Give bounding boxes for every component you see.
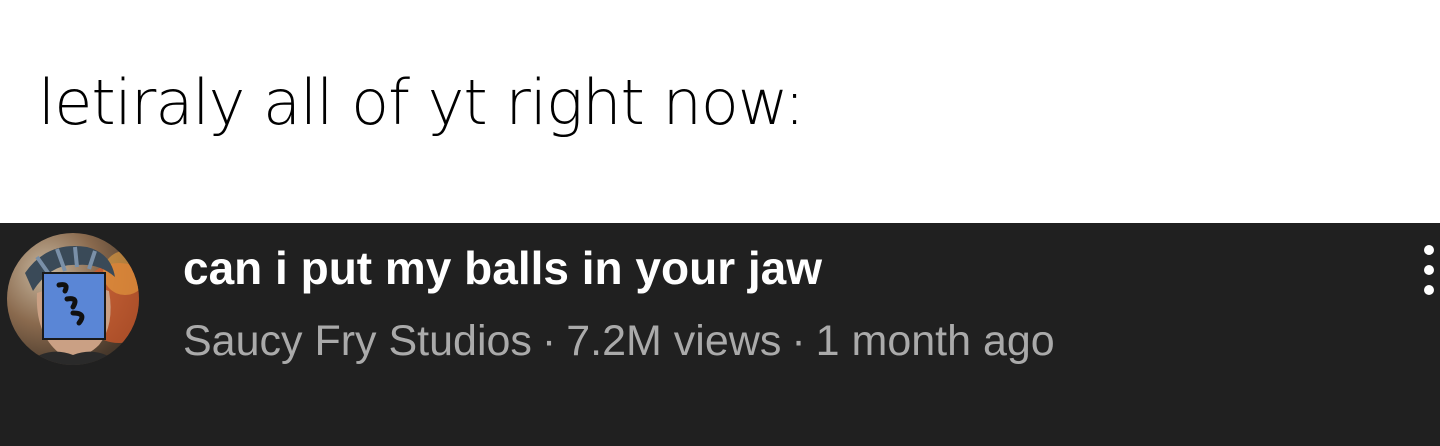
menu-dot xyxy=(1424,285,1434,295)
video-list-item[interactable]: can i put my balls in your jaw Saucy Fry… xyxy=(0,223,1440,446)
separator-dot: · xyxy=(791,317,806,365)
view-count: 7.2M views xyxy=(566,317,782,365)
separator-dot: · xyxy=(541,317,557,365)
more-vert-icon[interactable] xyxy=(1410,243,1440,297)
video-metadata: Saucy Fry Studios · 7.2M views · 1 month ago xyxy=(183,316,1055,368)
channel-avatar[interactable] xyxy=(7,233,139,365)
channel-name[interactable]: Saucy Fry Studios xyxy=(183,317,532,365)
menu-dot xyxy=(1424,265,1434,275)
meme-caption: letiraly all of yt right now: xyxy=(38,66,805,139)
video-title[interactable]: can i put my balls in your jaw xyxy=(183,241,822,296)
avatar-image xyxy=(25,246,139,365)
upload-age: 1 month ago xyxy=(815,317,1055,365)
menu-dot xyxy=(1424,245,1434,255)
